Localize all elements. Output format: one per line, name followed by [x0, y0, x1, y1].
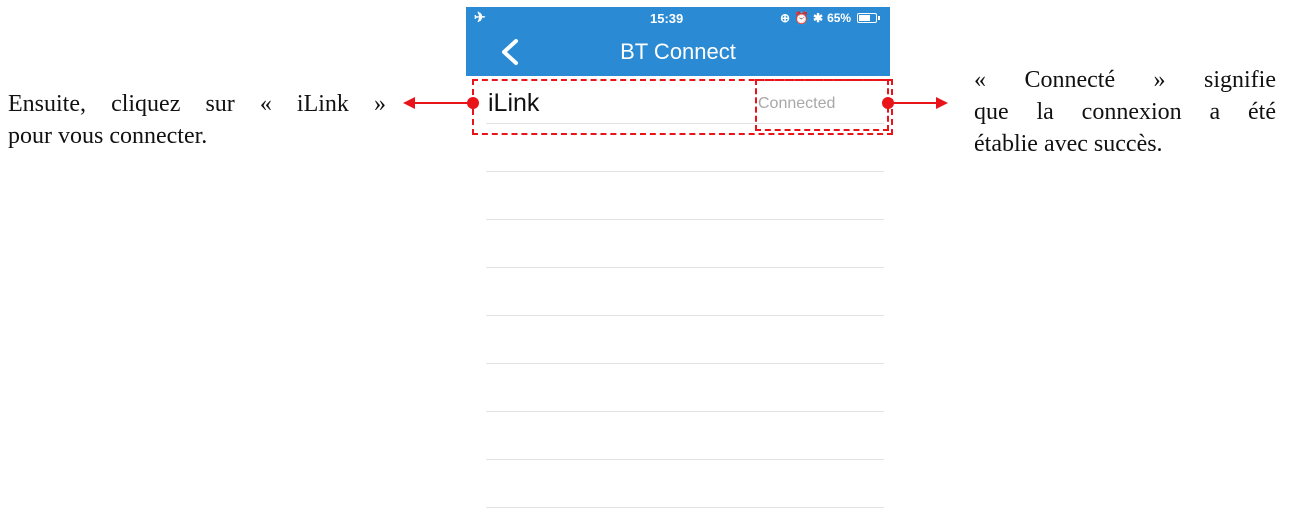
annotation-right-line2: que la connexion a été	[974, 99, 1276, 125]
list-item	[466, 412, 890, 460]
device-list: iLink Connected	[466, 76, 890, 508]
nav-bar: BT Connect	[466, 29, 890, 76]
airplane-icon: ✈	[474, 9, 486, 25]
annotation-right-line3: établie avec succès.	[974, 131, 1163, 157]
page-title: BT Connect	[620, 39, 736, 64]
annotation-left-line1: Ensuite, cliquez sur « iLink »	[8, 91, 386, 117]
bluetooth-icon: ✱	[813, 11, 824, 25]
pointer-dot-left	[467, 97, 479, 109]
battery-icon	[857, 13, 881, 23]
arrow-line-right	[890, 102, 938, 104]
list-item	[466, 460, 890, 508]
list-item	[466, 316, 890, 364]
list-item	[466, 172, 890, 220]
status-time: 15:39	[650, 11, 684, 26]
list-item	[466, 364, 890, 412]
alarm-icon: ⏰	[794, 11, 810, 25]
highlight-status	[755, 79, 889, 131]
battery-percentage: 65%	[827, 11, 852, 25]
annotation-right-line1: « Connecté » signifie	[974, 67, 1276, 93]
battery-fill	[859, 15, 870, 21]
annotation-left: Ensuite, cliquez sur « iLink » pour vous…	[8, 88, 388, 152]
list-item	[466, 220, 890, 268]
row-divider	[486, 507, 884, 508]
annotation-right: « Connecté » signifie que la connexion a…	[974, 64, 1276, 160]
list-item	[466, 268, 890, 316]
arrowhead-right	[936, 97, 948, 109]
annotation-left-line2: pour vous connecter.	[8, 123, 208, 149]
status-bar: ✈ 15:39 ⊕ ⏰ ✱ 65%	[466, 7, 890, 29]
lock-rotation-icon: ⊕	[780, 11, 791, 25]
status-right-group: ⊕ ⏰ ✱ 65%	[780, 11, 881, 25]
arrow-line-left	[413, 102, 473, 104]
